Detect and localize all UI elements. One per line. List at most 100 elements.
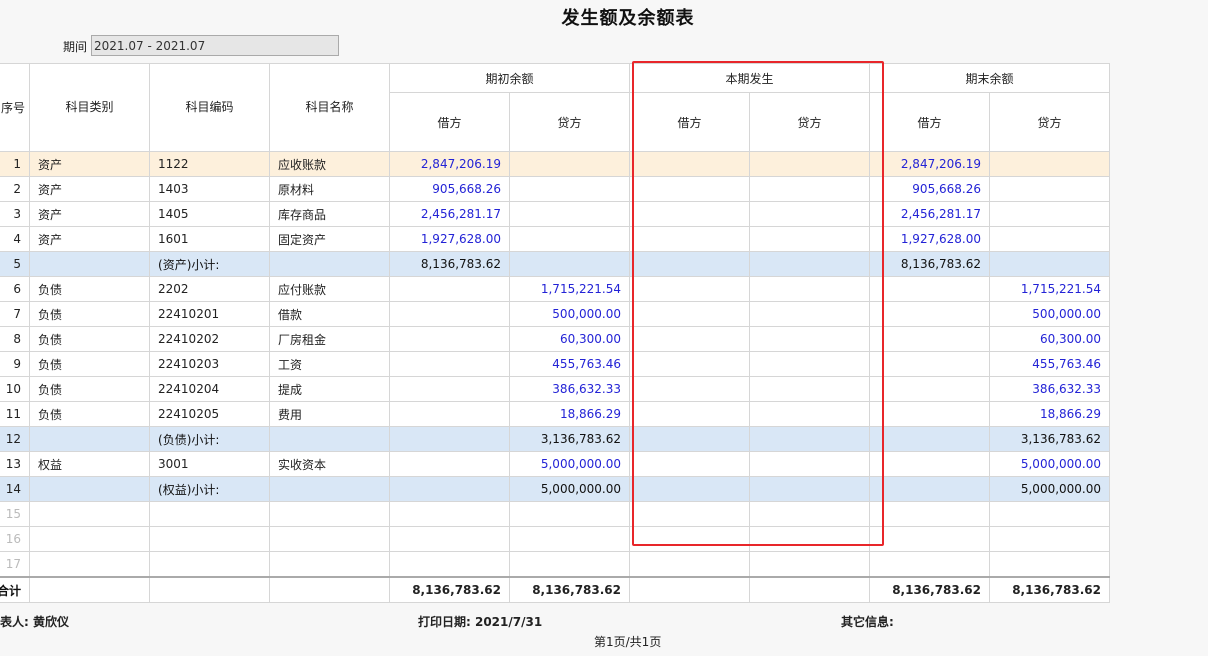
cell-current-credit xyxy=(749,476,871,502)
table-row[interactable]: 10 负债 22410204 提成 386,632.33 386,632.33 xyxy=(0,376,1111,402)
cell-current-credit xyxy=(749,276,871,302)
empty-row[interactable]: 16 xyxy=(0,526,1111,552)
cell-ending-credit: 500,000.00 xyxy=(989,301,1111,327)
cell-account-name: 厂房租金 xyxy=(269,326,391,352)
subtotal-row[interactable]: 12 (负债)小计: 3,136,783.62 3,136,783.62 xyxy=(0,426,1111,452)
table-row[interactable]: 6 负债 2202 应付账款 1,715,221.54 1,715,221.54 xyxy=(0,276,1111,302)
cell-opening-debit xyxy=(389,376,511,402)
subtotal-row[interactable]: 14 (权益)小计: 5,000,000.00 5,000,000.00 xyxy=(0,476,1111,502)
cell-account-name: 固定资产 xyxy=(269,226,391,252)
table-body: 1 资产 1122 应收账款 2,847,206.19 2,847,206.19… xyxy=(0,151,1111,603)
cell-current-credit xyxy=(749,176,871,202)
cell-opening-credit: 60,300.00 xyxy=(509,326,631,352)
report-title: 发生额及余额表 xyxy=(561,8,695,29)
total-row[interactable]: 合计 8,136,783.62 8,136,783.62 8,136,783.6… xyxy=(0,576,1111,603)
header-seq: 序号 xyxy=(0,63,31,152)
table-row[interactable]: 1 资产 1122 应收账款 2,847,206.19 2,847,206.19 xyxy=(0,151,1111,177)
cell-ending-credit xyxy=(989,226,1111,252)
subtotal-row[interactable]: 5 (资产)小计: 8,136,783.62 8,136,783.62 xyxy=(0,251,1111,277)
table-row[interactable]: 7 负债 22410201 借款 500,000.00 500,000.00 xyxy=(0,301,1111,327)
total-opening-credit: 8,136,783.62 xyxy=(509,576,631,603)
total-ending-credit: 8,136,783.62 xyxy=(989,576,1111,603)
cell-category xyxy=(29,526,151,552)
cell-code: 22410202 xyxy=(149,326,271,352)
cell-ending-credit: 5,000,000.00 xyxy=(989,451,1111,477)
cell-seq: 8 xyxy=(0,326,31,352)
cell-current-debit xyxy=(629,351,751,377)
cell-current-credit xyxy=(749,501,871,527)
subtotal-label: (负债)小计: xyxy=(149,426,271,452)
cell-current-debit xyxy=(629,401,751,427)
cell-current-debit xyxy=(629,376,751,402)
cell-ending-credit: 1,715,221.54 xyxy=(989,276,1111,302)
cell-category xyxy=(29,426,151,452)
cell-account-name xyxy=(269,501,391,527)
cell-account-name: 提成 xyxy=(269,376,391,402)
cell-category: 资产 xyxy=(29,226,151,252)
cell-current-debit xyxy=(629,151,751,177)
cell-current-debit xyxy=(629,476,751,502)
cell-opening-debit: 2,847,206.19 xyxy=(389,151,511,177)
cell-seq: 5 xyxy=(0,251,31,277)
cell-account-name xyxy=(269,426,391,452)
empty-row[interactable]: 15 xyxy=(0,501,1111,527)
cell-current-debit xyxy=(629,501,751,527)
cell-ending-credit xyxy=(989,501,1111,527)
period-label: 期间 xyxy=(63,40,88,54)
cell-category: 权益 xyxy=(29,451,151,477)
cell-ending-debit xyxy=(869,476,991,502)
cell-ending-credit: 386,632.33 xyxy=(989,376,1111,402)
cell-opening-credit: 5,000,000.00 xyxy=(509,476,631,502)
cell-account-name xyxy=(269,551,391,578)
table-row[interactable]: 9 负债 22410203 工资 455,763.46 455,763.46 xyxy=(0,351,1111,377)
footer-other-info: 其它信息: xyxy=(841,615,894,629)
cell-current-debit xyxy=(629,201,751,227)
header-ending-balance: 期末余额 xyxy=(869,63,1111,93)
cell-ending-debit xyxy=(869,551,991,578)
cell-ending-credit xyxy=(989,551,1111,578)
cell-account-name: 费用 xyxy=(269,401,391,427)
empty-row[interactable]: 17 xyxy=(0,551,1111,578)
balance-table: 序号 科目类别 科目编码 科目名称 期初余额 本期发生 期末余额 借方 贷方 借… xyxy=(0,63,1111,603)
cell-seq: 10 xyxy=(0,376,31,402)
table-row[interactable]: 4 资产 1601 固定资产 1,927,628.00 1,927,628.00 xyxy=(0,226,1111,252)
cell-opening-credit xyxy=(509,226,631,252)
header-ending-credit: 贷方 xyxy=(989,92,1111,152)
cell-opening-debit xyxy=(389,551,511,578)
cell-code xyxy=(149,526,271,552)
subtotal-label: (权益)小计: xyxy=(149,476,271,502)
cell-ending-debit xyxy=(869,451,991,477)
cell-current-debit xyxy=(629,326,751,352)
cell-seq: 7 xyxy=(0,301,31,327)
table-row[interactable]: 3 资产 1405 库存商品 2,456,281.17 2,456,281.17 xyxy=(0,201,1111,227)
table-row[interactable]: 13 权益 3001 实收资本 5,000,000.00 5,000,000.0… xyxy=(0,451,1111,477)
header-current-credit: 贷方 xyxy=(749,92,871,152)
cell-category: 负债 xyxy=(29,376,151,402)
header-name: 科目名称 xyxy=(269,63,391,152)
header-opening-credit: 贷方 xyxy=(509,92,631,152)
cell-current-credit xyxy=(749,226,871,252)
cell-opening-debit xyxy=(389,526,511,552)
cell-category xyxy=(29,501,151,527)
period-field[interactable] xyxy=(91,35,339,56)
cell-ending-credit: 455,763.46 xyxy=(989,351,1111,377)
cell-seq: 14 xyxy=(0,476,31,502)
cell-category: 资产 xyxy=(29,151,151,177)
cell-current-credit xyxy=(749,151,871,177)
cell-seq: 17 xyxy=(0,551,31,578)
cell-opening-debit xyxy=(389,351,511,377)
footer-print-date: 打印日期: 2021/7/31 xyxy=(418,615,543,629)
cell-category: 负债 xyxy=(29,401,151,427)
header-opening-debit: 借方 xyxy=(389,92,511,152)
table-row[interactable]: 8 负债 22410202 厂房租金 60,300.00 60,300.00 xyxy=(0,326,1111,352)
cell-ending-credit xyxy=(989,201,1111,227)
cell-code: 22410204 xyxy=(149,376,271,402)
cell-ending-debit xyxy=(869,351,991,377)
table-row[interactable]: 11 负债 22410205 费用 18,866.29 18,866.29 xyxy=(0,401,1111,427)
table-row[interactable]: 2 资产 1403 原材料 905,668.26 905,668.26 xyxy=(0,176,1111,202)
header-current-period: 本期发生 xyxy=(629,63,871,93)
cell-seq: 16 xyxy=(0,526,31,552)
cell-opening-debit xyxy=(389,426,511,452)
cell-code: 22410201 xyxy=(149,301,271,327)
cell-opening-debit xyxy=(389,451,511,477)
